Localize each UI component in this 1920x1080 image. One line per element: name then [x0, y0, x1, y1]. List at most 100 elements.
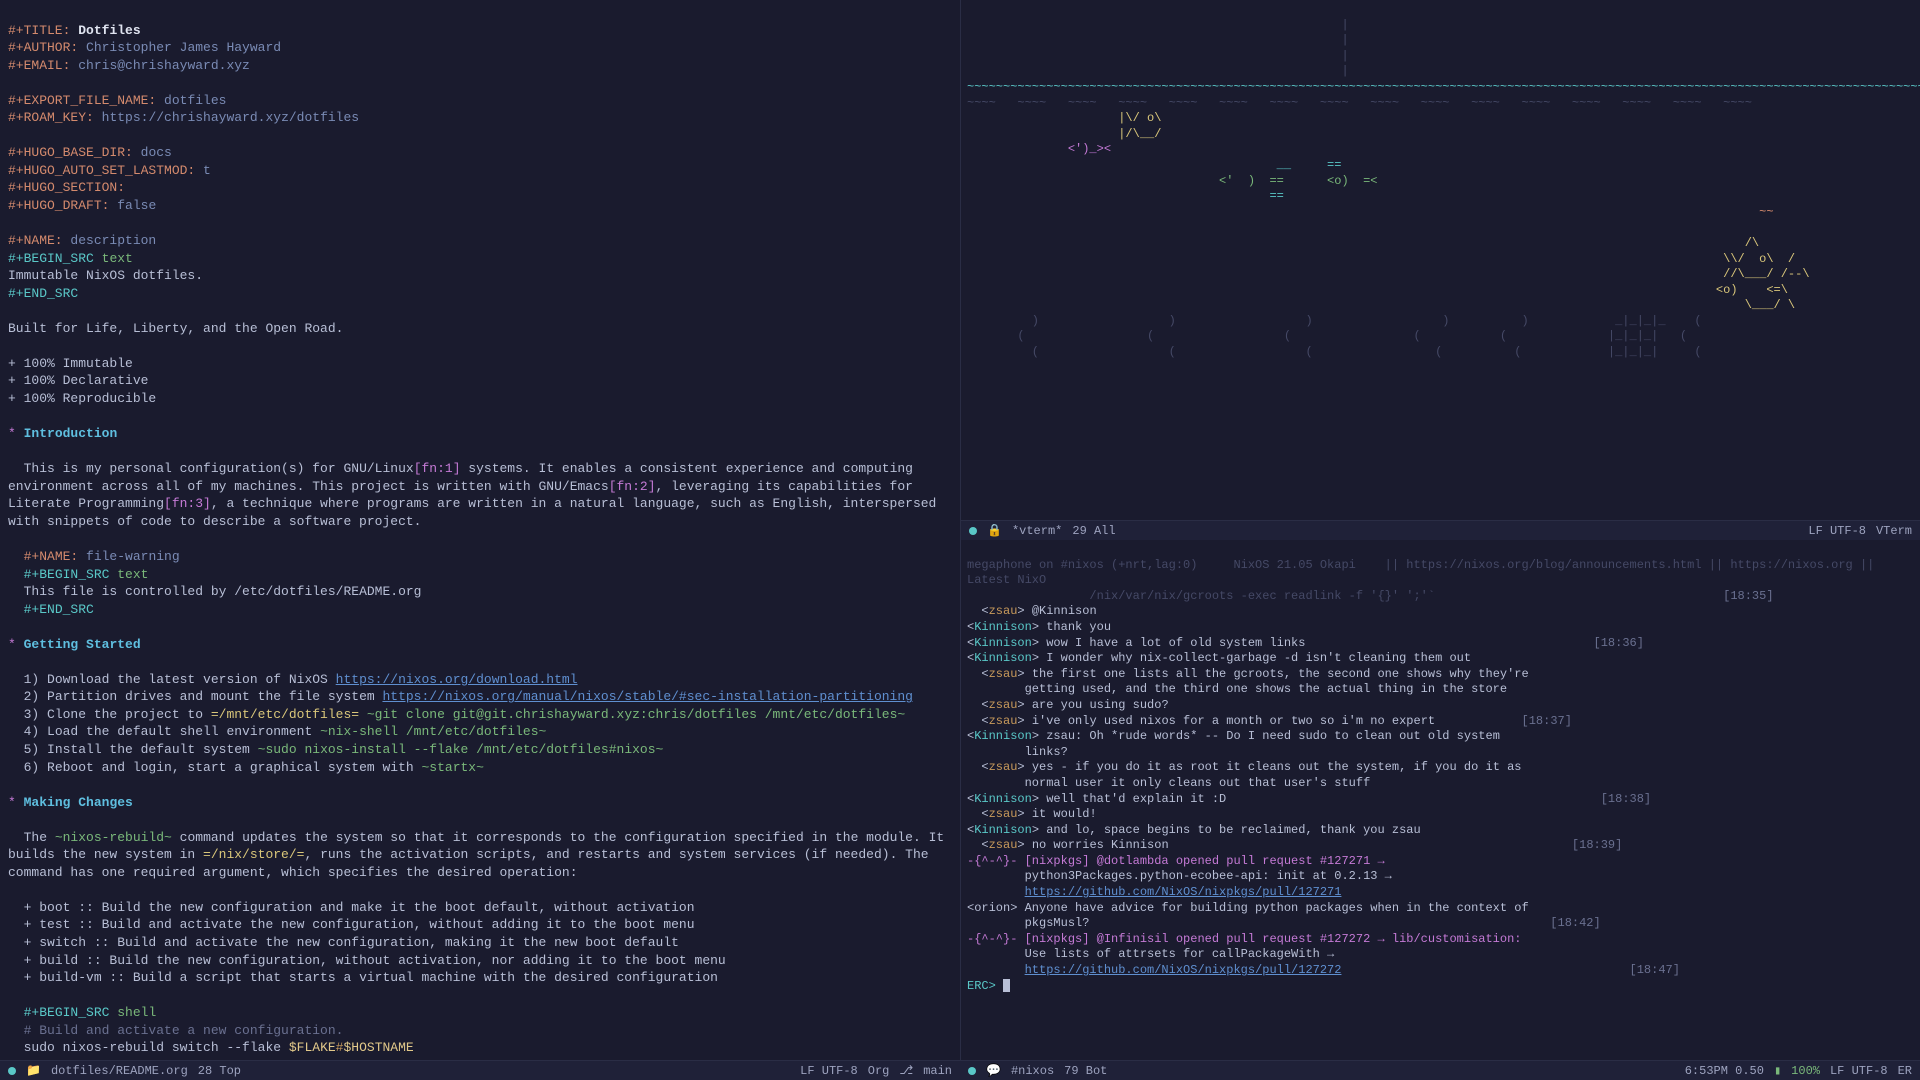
- battery-icon: ▮: [1774, 1063, 1781, 1078]
- roam-value: https://chrishayward.xyz/dotfiles: [102, 110, 359, 125]
- clock: 6:53PM 0.50: [1685, 1064, 1764, 1078]
- pr-line: -{^-^}- [nixpkgs] @dotlambda opened pull…: [967, 854, 1385, 868]
- intro-para: This is my personal configuration(s) for…: [8, 461, 944, 529]
- roam-keyword: #+ROAM_KEY:: [8, 110, 94, 125]
- src-lang-2: text: [117, 567, 148, 582]
- erc-header-2: /nix/var/nix/gcroots -exec readlink -f '…: [967, 589, 1435, 603]
- hugo-base-value: docs: [141, 145, 172, 160]
- big-fish: /\ \\/ o\ /: [967, 236, 1810, 312]
- shell-comment: # Build and activate a new configuration…: [24, 1023, 344, 1038]
- ts-1842: [18:42]: [1550, 916, 1600, 930]
- erc-mode: ER: [1898, 1064, 1912, 1078]
- irc-line: getting used, and the third one shows th…: [967, 682, 1507, 696]
- erc-buffer-name: #nixos: [1011, 1064, 1054, 1078]
- step-1: 1) Download the latest version of NixOS …: [24, 672, 578, 687]
- irc-line: <Kinnison> thank you: [967, 620, 1111, 634]
- irc-line: <zsau> the first one lists all the gcroo…: [967, 667, 1529, 681]
- bullet-2: + 100% Declarative: [8, 373, 148, 388]
- hugo-lastmod-value: t: [203, 163, 211, 178]
- src-lang: text: [102, 251, 133, 266]
- step-2: 2) Partition drives and mount the file s…: [24, 689, 913, 704]
- modified-icon: [969, 527, 977, 535]
- fish-1b: |/\__/: [967, 127, 1161, 141]
- erc-modeline[interactable]: 💬 #nixos 79 Bot 6:53PM 0.50 ▮ 100% LF UT…: [960, 1060, 1920, 1080]
- email-keyword: #+EMAIL:: [8, 58, 70, 73]
- hugo-draft-value: false: [117, 198, 156, 213]
- op-test: + test :: Build and activate the new con…: [24, 917, 695, 932]
- org-modeline[interactable]: 📁 dotfiles/README.org 28 Top LF UTF-8 Or…: [0, 1060, 960, 1080]
- right-column: | | | | ~~~~~~~~~~~~~~~~~~~~~~~~~~~~~~~~…: [960, 0, 1920, 1060]
- pr-link-2[interactable]: https://github.com/NixOS/nixpkgs/pull/12…: [1025, 963, 1342, 977]
- fish-1: |\/ o\: [967, 111, 1161, 125]
- step-5: 5) Install the default system ~sudo nixo…: [24, 742, 664, 757]
- irc-line: <zsau> @Kinnison: [967, 604, 1097, 618]
- download-link[interactable]: https://nixos.org/download.html: [336, 672, 578, 687]
- footnote-1[interactable]: [fn:1]: [414, 461, 461, 476]
- src-lang-3: shell: [117, 1005, 156, 1020]
- heading-getting-started[interactable]: Getting Started: [24, 637, 141, 652]
- erc-input[interactable]: [1003, 979, 1010, 992]
- email-value: chris@chrishayward.xyz: [78, 58, 250, 73]
- irc-line: normal user it only cleans out that user…: [967, 776, 1370, 790]
- vterm-modeline[interactable]: 🔒 *vterm* 29 All LF UTF-8 VTerm: [961, 520, 1920, 540]
- erc-buffer[interactable]: megaphone on #nixos (+nrt,lag:0) NixOS 2…: [961, 540, 1920, 1060]
- irc-line: <Kinnison> well that'd explain it :D [18…: [967, 792, 1651, 806]
- vterm-buffer-name: *vterm*: [1012, 524, 1062, 538]
- irc-line: <Kinnison> and lo, space begins to be re…: [967, 823, 1421, 837]
- pr-line-4: Use lists of attrsets for callPackageWit…: [967, 947, 1334, 961]
- heading-making-changes[interactable]: Making Changes: [24, 795, 133, 810]
- bullet-1: + 100% Immutable: [8, 356, 133, 371]
- hugo-section-keyword: #+HUGO_SECTION:: [8, 180, 125, 195]
- export-keyword: #+EXPORT_FILE_NAME:: [8, 93, 156, 108]
- fish-3a: __ ==: [967, 158, 1341, 172]
- fish-3c: ==: [967, 189, 1284, 203]
- lock-icon: 🔒: [987, 523, 1002, 538]
- vterm-position: 29 All: [1072, 524, 1115, 538]
- irc-line: links?: [967, 745, 1068, 759]
- shell-line: sudo nixos-rebuild switch --flake $FLAKE…: [24, 1040, 414, 1055]
- vterm-buffer[interactable]: | | | | ~~~~~~~~~~~~~~~~~~~~~~~~~~~~~~~~…: [961, 0, 1920, 520]
- erc-encoding: LF UTF-8: [1830, 1064, 1888, 1078]
- footnote-2[interactable]: [fn:2]: [609, 479, 656, 494]
- org-position: 28 Top: [198, 1064, 241, 1078]
- erc-position: 79 Bot: [1064, 1064, 1107, 1078]
- wave-line-2: ~~~~ ~~~~ ~~~~ ~~~~ ~~~~ ~~~~ ~~~~ ~~~~ …: [967, 96, 1752, 110]
- battery-pct: 100%: [1791, 1064, 1820, 1078]
- modified-icon: [968, 1067, 976, 1075]
- hugo-lastmod-keyword: #+HUGO_AUTO_SET_LASTMOD:: [8, 163, 195, 178]
- org-buffer[interactable]: #+TITLE: Dotfiles #+AUTHOR: Christopher …: [0, 0, 960, 1060]
- heading-introduction[interactable]: Introduction: [24, 426, 118, 441]
- irc-line: <zsau> yes - if you do it as root it cle…: [967, 760, 1522, 774]
- end-src: #+END_SRC: [8, 286, 78, 301]
- pr-link-1[interactable]: https://github.com/NixOS/nixpkgs/pull/12…: [1025, 885, 1342, 899]
- ascii-pipe: | | | |: [967, 18, 1349, 79]
- partition-link[interactable]: https://nixos.org/manual/nixos/stable/#s…: [382, 689, 913, 704]
- op-build: + build :: Build the new configuration, …: [24, 953, 726, 968]
- op-buildvm: + build-vm :: Build a script that starts…: [24, 970, 718, 985]
- export-value: dotfiles: [164, 93, 226, 108]
- orion-line-2: pkgsMusl?: [967, 916, 1089, 930]
- hugo-draft-keyword: #+HUGO_DRAFT:: [8, 198, 109, 213]
- step-6: 6) Reboot and login, start a graphical s…: [24, 760, 484, 775]
- heading-star: *: [8, 426, 16, 441]
- irc-line: <zsau> are you using sudo?: [967, 698, 1169, 712]
- footnote-3[interactable]: [fn:3]: [164, 496, 211, 511]
- plants: ) ) ) ) ) _|_|_|_ (: [967, 314, 1702, 328]
- op-switch: + switch :: Build and activate the new c…: [24, 935, 679, 950]
- ts-1835: [18:35]: [1723, 589, 1773, 603]
- title-keyword: #+TITLE:: [8, 23, 70, 38]
- wave-line: ~~~~~~~~~~~~~~~~~~~~~~~~~~~~~~~~~~~~~~~~…: [967, 80, 1920, 94]
- bullet-3: + 100% Reproducible: [8, 391, 156, 406]
- heading-star-2: *: [8, 637, 16, 652]
- erc-header: megaphone on #nixos (+nrt,lag:0) NixOS 2…: [967, 558, 1882, 588]
- vterm-encoding: LF UTF-8: [1808, 524, 1866, 538]
- name-keyword: #+NAME:: [8, 233, 63, 248]
- irc-line: <zsau> no worries Kinnison [18:39]: [967, 838, 1622, 852]
- org-encoding: LF UTF-8: [800, 1064, 858, 1078]
- hugo-base-keyword: #+HUGO_BASE_DIR:: [8, 145, 133, 160]
- fish-2: <')_><: [967, 142, 1111, 156]
- end-src-2: #+END_SRC: [24, 602, 94, 617]
- changes-para: The ~nixos-rebuild~ command updates the …: [8, 830, 952, 880]
- bottom-bar: 📁 dotfiles/README.org 28 Top LF UTF-8 Or…: [0, 1060, 1920, 1080]
- fish-3b: <' ) == <o) =<: [967, 174, 1377, 188]
